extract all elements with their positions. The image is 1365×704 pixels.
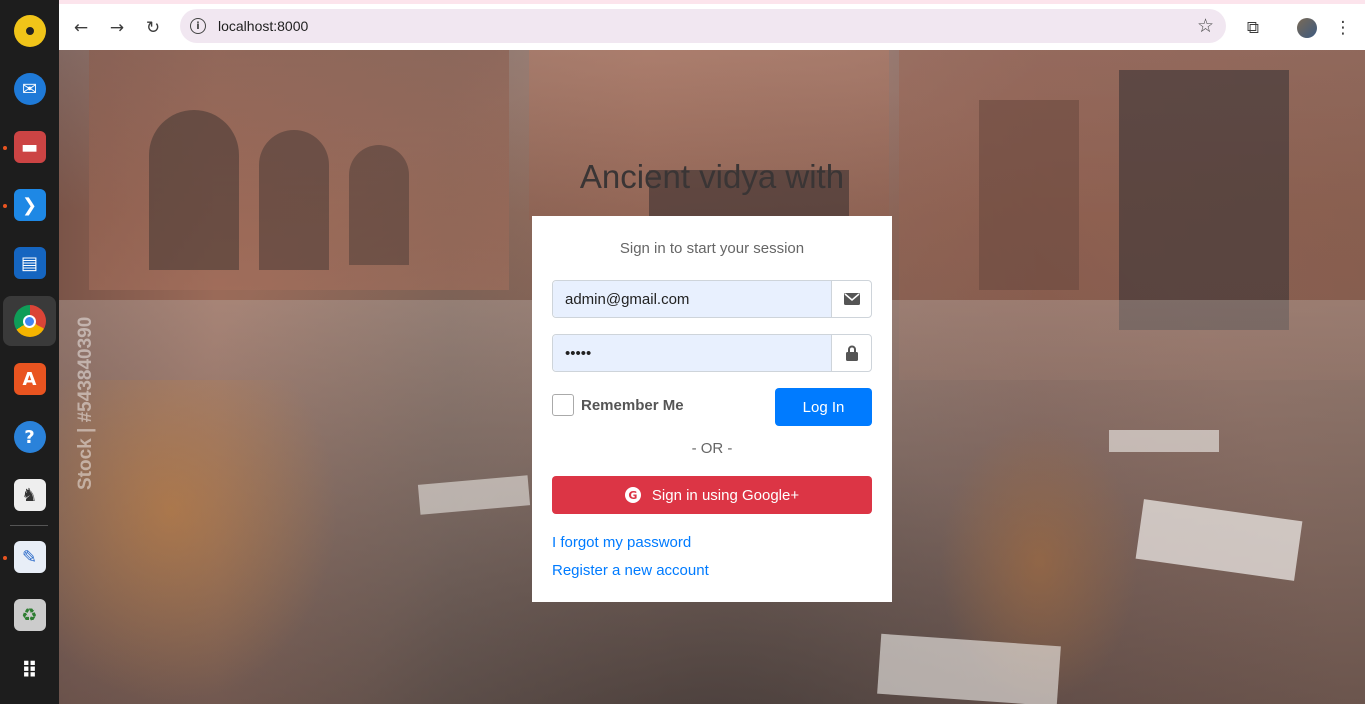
- avatar: [1297, 18, 1317, 38]
- password-field-group: [552, 334, 872, 372]
- menu-button[interactable]: ⋮: [1328, 13, 1358, 43]
- files-icon: ▬: [13, 131, 46, 163]
- text-editor-icon: ✎: [13, 541, 46, 573]
- arrow-left-icon: ←: [73, 18, 89, 38]
- email-field[interactable]: [553, 281, 831, 317]
- forgot-password-link[interactable]: I forgot my password: [552, 534, 691, 551]
- stock-watermark: Stock | #543840390: [75, 316, 96, 490]
- writer-icon: ▤: [13, 247, 46, 279]
- info-icon[interactable]: i: [190, 18, 206, 34]
- dock-help[interactable]: ?: [0, 412, 59, 462]
- lock-icon: [831, 335, 871, 371]
- envelope-icon: [831, 281, 871, 317]
- or-divider: - OR -: [691, 440, 733, 457]
- remember-me-checkbox[interactable]: [552, 394, 574, 416]
- back-button[interactable]: ←: [66, 13, 96, 43]
- chrome-icon: [13, 305, 46, 337]
- dock-trash[interactable]: ♻: [0, 590, 59, 640]
- rhythmbox-icon: [13, 15, 46, 47]
- reload-button[interactable]: ↻: [138, 13, 168, 43]
- extensions-button[interactable]: ⧉: [1238, 13, 1268, 43]
- dock-vscode[interactable]: ❯: [0, 180, 59, 230]
- google-signin-label: Sign in using Google+: [651, 486, 800, 504]
- login-card: Sign in to start your session Remember M…: [532, 216, 892, 602]
- dock-writer[interactable]: ▤: [0, 238, 59, 288]
- dock-rhythmbox[interactable]: [0, 6, 59, 56]
- more-vertical-icon: ⋮: [1334, 18, 1352, 38]
- vscode-icon: ❯: [13, 189, 46, 221]
- address-bar[interactable]: i localhost:8000 ☆: [180, 9, 1226, 43]
- remember-me-label[interactable]: Remember Me: [581, 397, 684, 414]
- dock-text-editor[interactable]: ✎: [0, 532, 59, 582]
- google-signin-button[interactable]: G Sign in using Google+: [552, 476, 872, 514]
- dock: ✉ ▬ ❯ ▤ A ? ♞ ✎ ♻ ⠿: [0, 0, 59, 704]
- dock-app-center[interactable]: A: [0, 354, 59, 404]
- inkscape-icon: ♞: [13, 479, 46, 511]
- forward-button[interactable]: →: [102, 13, 132, 43]
- profile-button[interactable]: [1292, 13, 1322, 43]
- dock-thunderbird[interactable]: ✉: [0, 64, 59, 114]
- browser-toolbar: ← → ↻ i localhost:8000 ☆ ⧉ ⋮: [59, 0, 1365, 50]
- arrow-right-icon: →: [109, 18, 125, 38]
- register-link[interactable]: Register a new account: [552, 562, 709, 579]
- puzzle-icon: ⧉: [1246, 18, 1260, 38]
- reload-icon: ↻: [145, 18, 161, 38]
- app-center-icon: A: [13, 363, 46, 395]
- email-field-group: [552, 280, 872, 318]
- login-button[interactable]: Log In: [775, 388, 872, 426]
- page-background: Ancient vidya with Stock | #543840390 Si…: [59, 50, 1365, 704]
- dock-app-grid[interactable]: ⠿: [0, 646, 59, 696]
- password-field[interactable]: [553, 335, 831, 371]
- dock-files[interactable]: ▬: [0, 122, 59, 172]
- google-plus-icon: G: [624, 487, 641, 503]
- help-icon: ?: [13, 421, 46, 453]
- dock-chrome[interactable]: [3, 296, 56, 346]
- dock-inkscape[interactable]: ♞: [0, 470, 59, 520]
- trash-icon: ♻: [13, 599, 46, 631]
- url-text: localhost:8000: [218, 18, 309, 34]
- page-title: Ancient vidya with: [579, 158, 845, 195]
- login-message: Sign in to start your session: [619, 240, 805, 257]
- thunderbird-icon: ✉: [13, 73, 46, 105]
- bookmark-star-icon[interactable]: ☆: [1197, 15, 1214, 37]
- app-grid-icon: ⠿: [20, 658, 39, 684]
